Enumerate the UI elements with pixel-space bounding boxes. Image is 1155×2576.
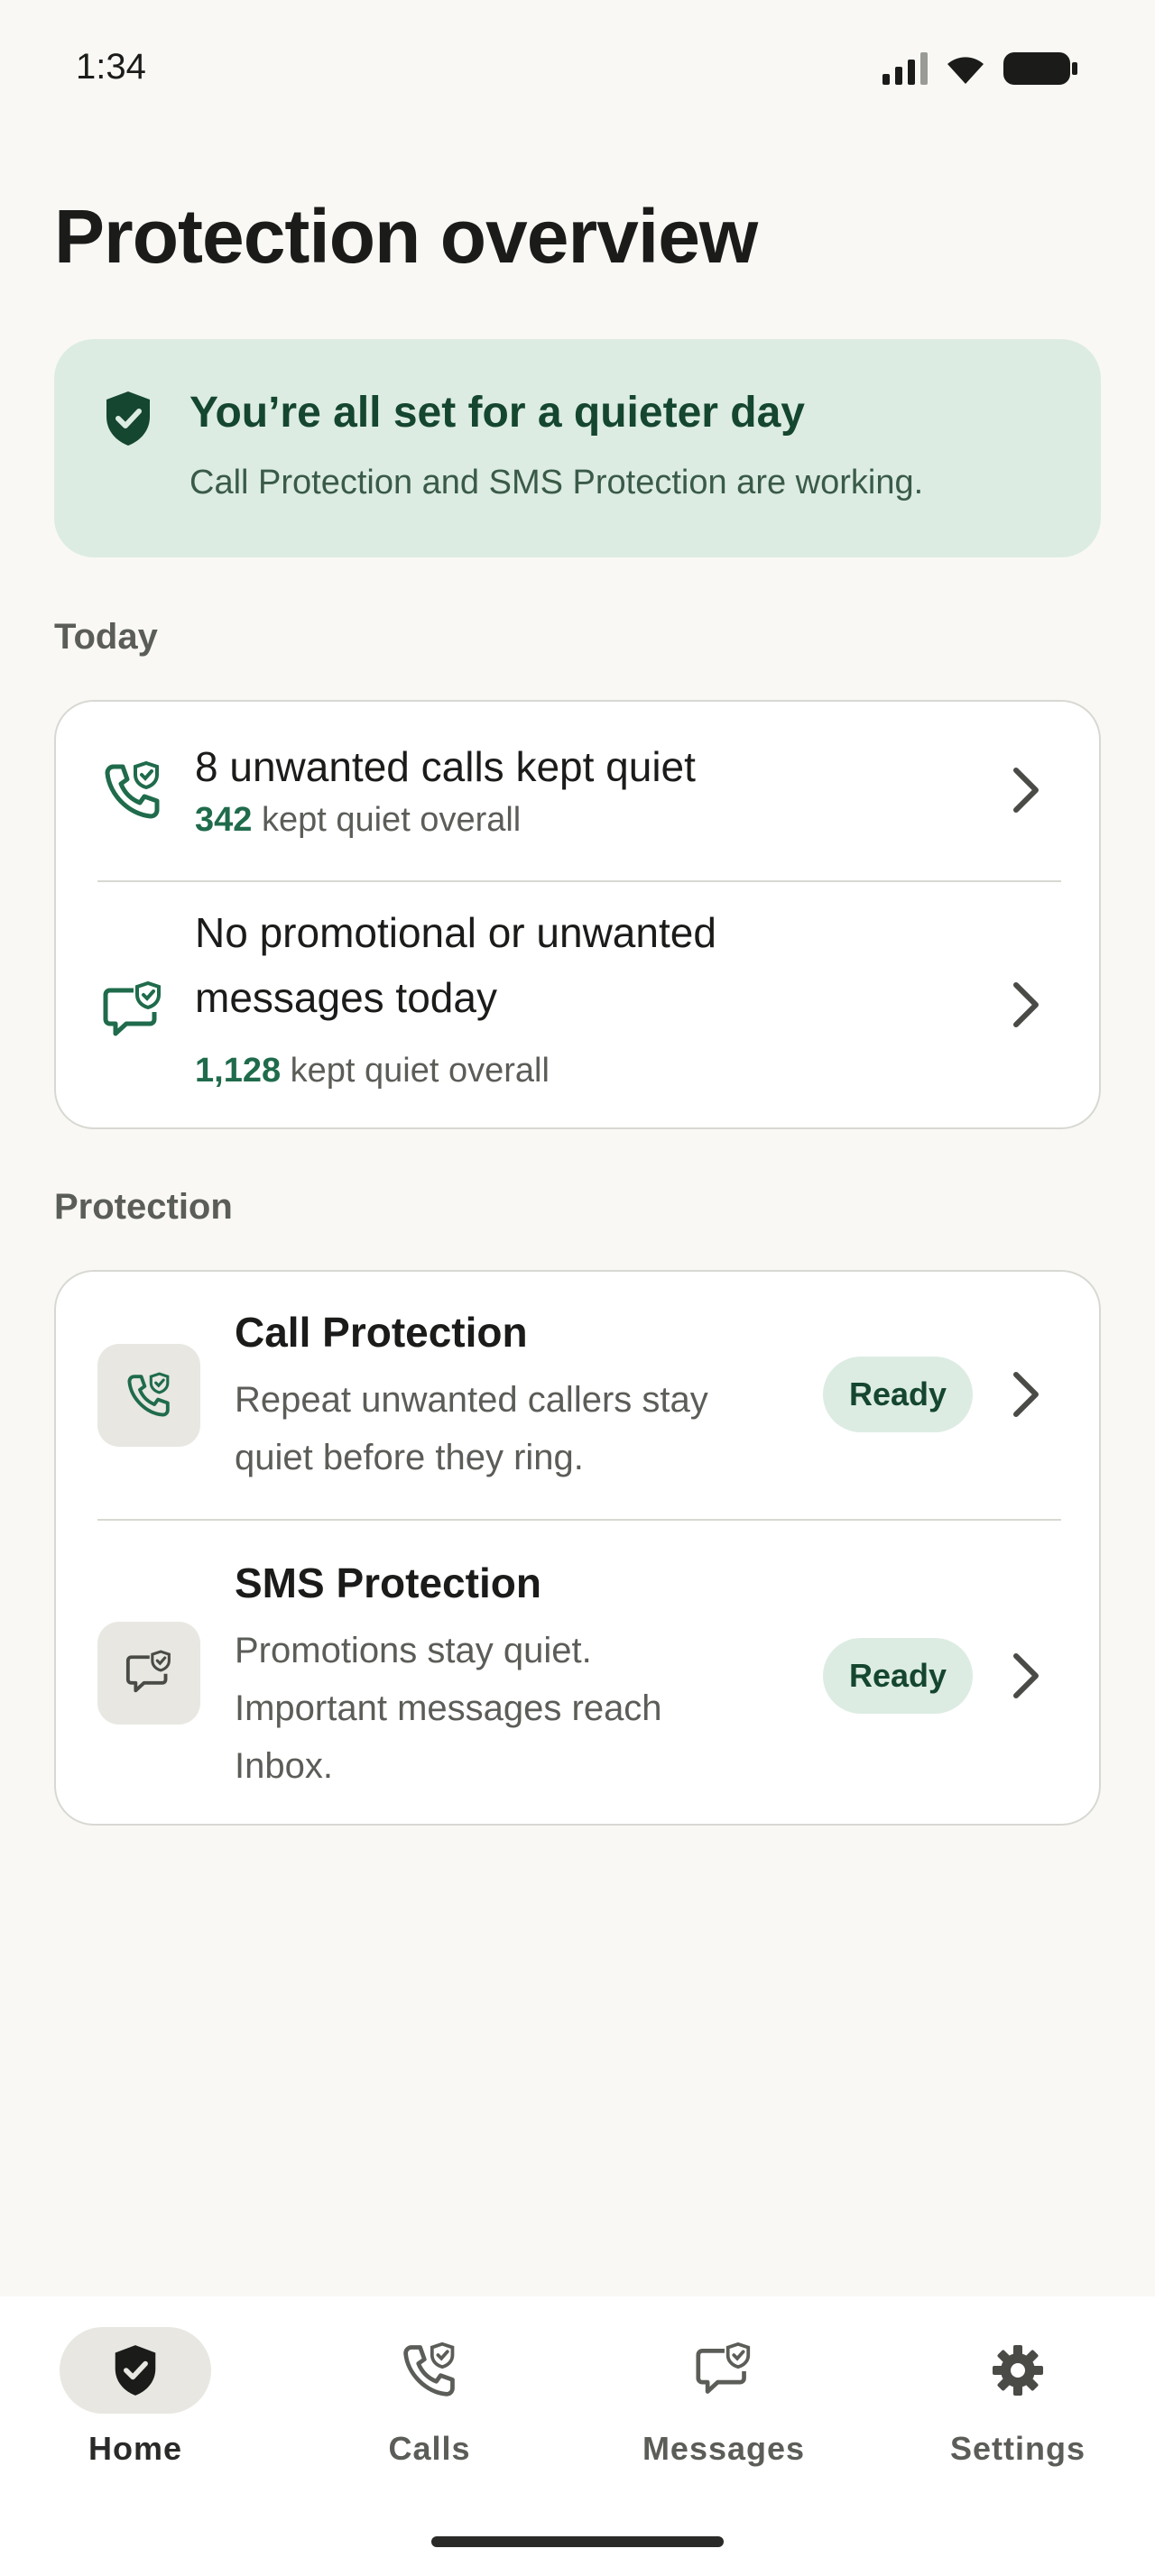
- phone-shield-icon: [105, 760, 160, 819]
- cellular-signal-icon: [882, 52, 928, 85]
- nav-calls-label: Calls: [388, 2430, 471, 2467]
- section-label-today: Today: [54, 617, 158, 657]
- wifi-icon: [947, 57, 984, 84]
- bottom-navigation: Home Calls Messages Settings: [0, 2296, 1155, 2576]
- shield-check-icon: [115, 2345, 156, 2396]
- messages-summary-row[interactable]: No promotional or unwanted messages toda…: [56, 882, 1099, 1127]
- banner-title: You’re all set for a quieter day: [189, 389, 805, 437]
- sms-protection-title: SMS Protection: [235, 1559, 541, 1606]
- call-protection-desc: Repeat unwanted callers stay quiet befor…: [235, 1380, 708, 1477]
- chevron-right-icon: [1013, 1372, 1039, 1417]
- sms-protection-icon-box: [97, 1622, 200, 1725]
- call-protection-status-badge: Ready: [823, 1357, 973, 1432]
- today-card: 8 unwanted calls kept quiet 342 kept qui…: [54, 700, 1101, 1129]
- message-shield-icon: [696, 2342, 751, 2394]
- nav-messages-pill: [648, 2327, 799, 2414]
- nav-home-label: Home: [88, 2430, 183, 2467]
- home-indicator: [431, 2536, 724, 2547]
- nav-calls-pill: [354, 2327, 505, 2414]
- protection-card: Call Protection Repeat unwanted callers …: [54, 1270, 1101, 1826]
- status-time: 1:34: [76, 47, 146, 87]
- calls-summary-title: 8 unwanted calls kept quiet: [195, 743, 696, 790]
- phone-shield-icon: [127, 1372, 170, 1417]
- messages-total-suffix: kept quiet overall: [281, 1052, 550, 1090]
- nav-home[interactable]: Home: [18, 2327, 253, 2468]
- messages-summary-title-line2: messages today: [195, 974, 497, 1021]
- gear-icon: [993, 2345, 1043, 2396]
- banner-subtitle: Call Protection and SMS Protection are w…: [189, 464, 924, 501]
- messages-summary-meta: 1,128 kept quiet overall: [195, 1052, 550, 1090]
- call-protection-row[interactable]: Call Protection Repeat unwanted callers …: [56, 1272, 1099, 1521]
- chevron-right-icon: [1013, 768, 1039, 813]
- nav-settings-pill: [942, 2327, 1094, 2414]
- section-label-protection: Protection: [54, 1187, 233, 1227]
- nav-messages-label: Messages: [642, 2430, 806, 2467]
- status-banner: You’re all set for a quieter day Call Pr…: [54, 339, 1101, 557]
- sms-protection-desc: Promotions stay quiet. Important message…: [235, 1631, 662, 1786]
- nav-messages[interactable]: Messages: [606, 2327, 841, 2468]
- call-protection-icon-box: [97, 1344, 200, 1447]
- calls-total-count: 342: [195, 801, 253, 839]
- sms-protection-row[interactable]: SMS Protection Promotions stay quiet. Im…: [56, 1521, 1099, 1824]
- shield-check-icon: [106, 391, 150, 446]
- message-shield-icon: [125, 1650, 171, 1693]
- calls-total-suffix: kept quiet overall: [252, 801, 522, 839]
- call-protection-title: Call Protection: [235, 1309, 528, 1356]
- messages-summary-title-line1: No promotional or unwanted: [195, 909, 716, 956]
- sms-protection-status-badge: Ready: [823, 1638, 973, 1714]
- calls-summary-meta: 342 kept quiet overall: [195, 801, 521, 840]
- nav-home-pill: [60, 2327, 211, 2414]
- page-title: Protection overview: [54, 194, 758, 279]
- phone-shield-icon: [403, 2341, 455, 2397]
- chevron-right-icon: [1013, 982, 1039, 1027]
- messages-summary-title: No promotional or unwanted messages toda…: [195, 900, 716, 1030]
- battery-icon: [1003, 52, 1077, 85]
- calls-summary-row[interactable]: 8 unwanted calls kept quiet 342 kept qui…: [56, 702, 1099, 882]
- nav-calls[interactable]: Calls: [312, 2327, 547, 2468]
- chevron-right-icon: [1013, 1653, 1039, 1698]
- nav-settings-label: Settings: [949, 2430, 1086, 2467]
- messages-total-count: 1,128: [195, 1052, 282, 1090]
- nav-settings[interactable]: Settings: [901, 2327, 1135, 2468]
- status-icons: [882, 51, 1079, 87]
- status-bar: 1:34: [0, 0, 1155, 135]
- message-shield-icon: [103, 981, 161, 1036]
